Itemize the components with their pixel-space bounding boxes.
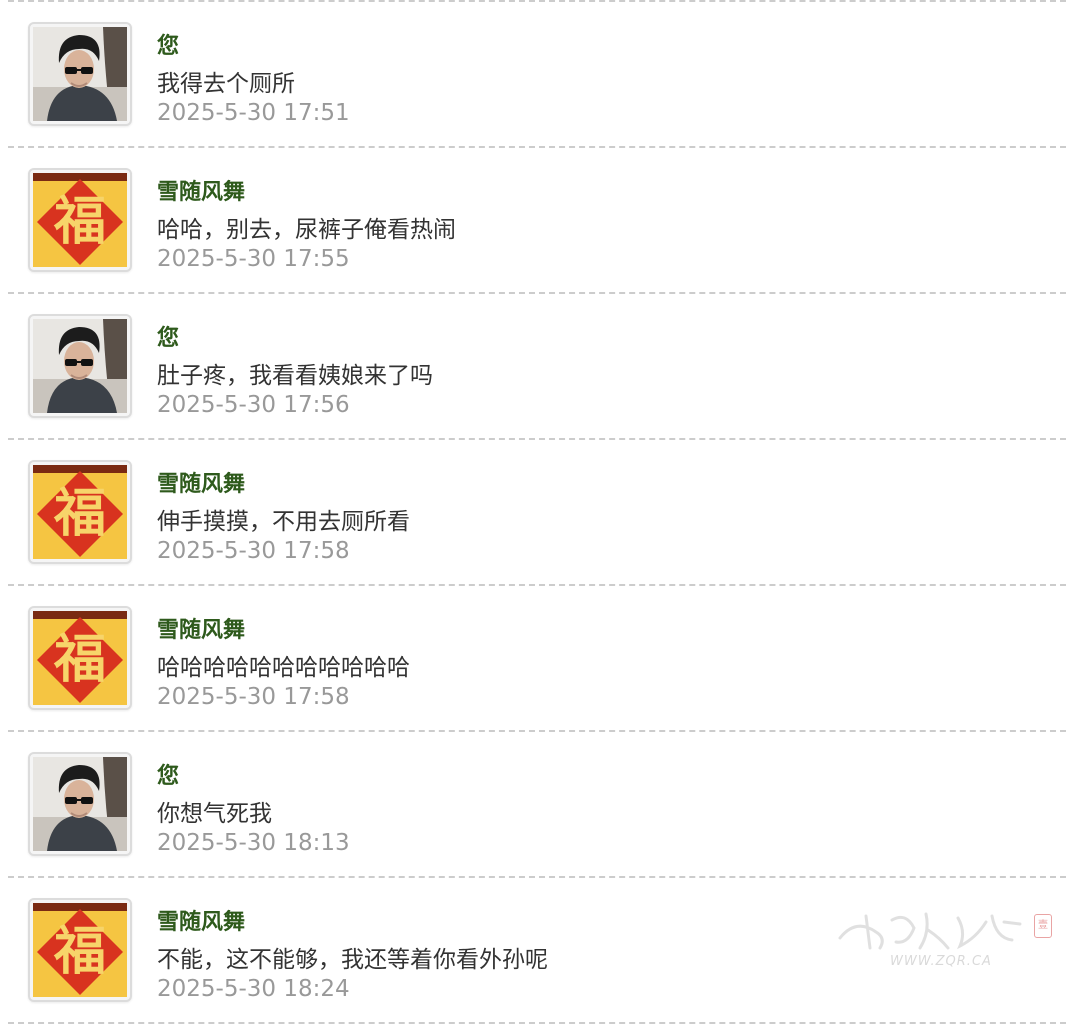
message-item: 福 雪随风舞 哈哈，别去，尿裤子俺看热闹 2025-5-30 17:55 [8, 148, 1066, 292]
message-text: 你想气死我 [157, 801, 272, 827]
message-item: 您 肚子疼，我看看姨娘来了吗 2025-5-30 17:56 [8, 294, 1066, 438]
fu-icon: 福 [33, 903, 127, 997]
portrait-icon [33, 757, 127, 851]
fu-icon: 福 [33, 611, 127, 705]
message-time: 2025-5-30 17:55 [157, 246, 350, 272]
fu-character-avatar[interactable]: 福 [28, 460, 132, 564]
message-item: 福 雪随风舞 伸手摸摸，不用去厕所看 2025-5-30 17:58 [8, 440, 1066, 584]
user-portrait-avatar[interactable] [28, 314, 132, 418]
forum-watermark: WWW.ZQR.CA 壹 [836, 908, 1056, 978]
svg-text:福: 福 [53, 922, 106, 982]
message-time: 2025-5-30 17:51 [157, 100, 350, 126]
fu-icon: 福 [33, 465, 127, 559]
message-time: 2025-5-30 17:58 [157, 538, 350, 564]
sender-name[interactable]: 您 [157, 758, 179, 790]
watermark-url: WWW.ZQR.CA [890, 954, 992, 969]
message-item: 福 雪随风舞 哈哈哈哈哈哈哈哈哈哈哈 2025-5-30 17:58 [8, 586, 1066, 730]
user-portrait-avatar[interactable] [28, 752, 132, 856]
svg-text:福: 福 [53, 484, 106, 544]
message-text: 哈哈，别去，尿裤子俺看热闹 [157, 217, 456, 243]
fu-character-avatar[interactable]: 福 [28, 606, 132, 710]
message-time: 2025-5-30 17:56 [157, 392, 350, 418]
fu-character-avatar[interactable]: 福 [28, 898, 132, 1002]
separator [8, 1022, 1066, 1024]
svg-text:福: 福 [53, 630, 106, 690]
fu-character-avatar[interactable]: 福 [28, 168, 132, 272]
calligraphy-logo [838, 912, 1022, 950]
message-item: 您 我得去个厕所 2025-5-30 17:51 [8, 2, 1066, 146]
message-text: 哈哈哈哈哈哈哈哈哈哈哈 [157, 655, 410, 681]
sender-name[interactable]: 雪随风舞 [157, 612, 245, 644]
message-time: 2025-5-30 18:13 [157, 830, 350, 856]
message-time: 2025-5-30 17:58 [157, 684, 350, 710]
message-item: 您 你想气死我 2025-5-30 18:13 [8, 732, 1066, 876]
message-list: 您 我得去个厕所 2025-5-30 17:51 福 雪随风舞 哈哈，别去，尿裤… [8, 0, 1066, 1024]
sender-name[interactable]: 雪随风舞 [157, 904, 245, 936]
user-portrait-avatar[interactable] [28, 22, 132, 126]
message-text: 不能，这不能够，我还等着你看外孙呢 [157, 947, 548, 973]
svg-text:福: 福 [53, 192, 106, 252]
sender-name[interactable]: 雪随风舞 [157, 174, 245, 206]
portrait-icon [33, 27, 127, 121]
portrait-icon [33, 319, 127, 413]
watermark-seal: 壹 [1034, 914, 1052, 938]
message-text: 我得去个厕所 [157, 71, 295, 97]
message-time: 2025-5-30 18:24 [157, 976, 350, 1002]
sender-name[interactable]: 您 [157, 28, 179, 60]
message-text: 伸手摸摸，不用去厕所看 [157, 509, 410, 535]
message-text: 肚子疼，我看看姨娘来了吗 [157, 363, 433, 389]
fu-icon: 福 [33, 173, 127, 267]
sender-name[interactable]: 雪随风舞 [157, 466, 245, 498]
sender-name[interactable]: 您 [157, 320, 179, 352]
